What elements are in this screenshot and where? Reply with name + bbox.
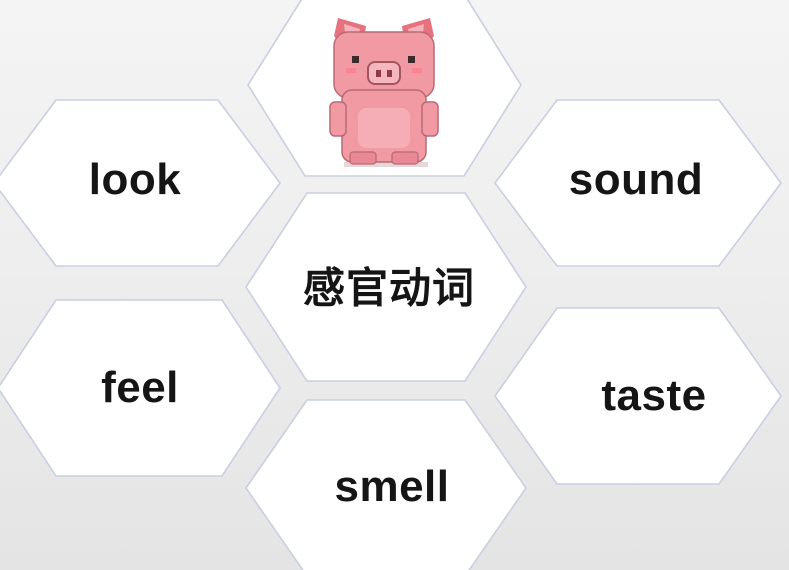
word-sound[interactable]: sound [569, 155, 703, 205]
center-title: 感官动词 [302, 263, 476, 313]
hexagon-word-board: look sound 感官动词 feel taste smell [0, 0, 789, 570]
word-look[interactable]: look [89, 155, 181, 205]
word-feel[interactable]: feel [101, 363, 179, 413]
pig-body [329, 31, 439, 165]
word-smell[interactable]: smell [334, 462, 449, 512]
word-taste[interactable]: taste [601, 371, 706, 421]
pink-pig-pixel-icon [329, 18, 439, 167]
